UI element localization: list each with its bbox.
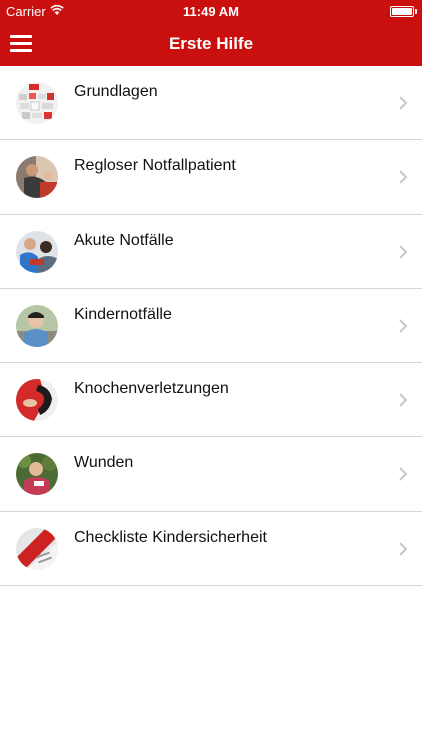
list-item-label: Wunden bbox=[74, 454, 134, 472]
child-safety-checklist-thumbnail bbox=[16, 527, 58, 570]
battery-icon bbox=[390, 6, 414, 17]
chevron-right-icon bbox=[399, 319, 408, 333]
list-item[interactable]: Regloser Notfallpatient bbox=[0, 140, 422, 215]
list-item[interactable]: Grundlagen bbox=[0, 66, 422, 141]
chevron-right-icon bbox=[399, 542, 408, 556]
wounds-thumbnail bbox=[16, 453, 58, 496]
first-aid-kit-thumbnail bbox=[16, 82, 58, 124]
list-item-label: Akute Notfälle bbox=[74, 231, 174, 249]
chevron-right-icon bbox=[399, 244, 408, 259]
list-item-label: Regloser Notfallpatient bbox=[74, 157, 236, 175]
list-item-label: Grundlagen bbox=[74, 83, 158, 100]
status-time: 11:49 AM bbox=[183, 4, 239, 19]
list-item-label: Checkliste Kindersicherheit bbox=[74, 528, 267, 546]
list-item[interactable]: Wunden bbox=[0, 437, 422, 512]
unconscious-patient-thumbnail bbox=[16, 156, 58, 199]
topic-list: Grundlagen Regloser Notfallpatient Akute bbox=[0, 66, 422, 587]
app-header: Carrier 11:49 AM Erste Hilfe bbox=[0, 0, 422, 66]
status-bar: Carrier 11:49 AM bbox=[0, 0, 422, 22]
page-title: Erste Hilfe bbox=[168, 34, 254, 53]
child-emergency-thumbnail bbox=[16, 304, 58, 347]
chevron-right-icon bbox=[399, 467, 408, 482]
list-item-label: Kindernotfälle bbox=[74, 305, 172, 323]
list-item[interactable]: Knochenverletzungen bbox=[0, 363, 422, 438]
chevron-right-icon bbox=[399, 96, 408, 110]
chevron-right-icon bbox=[399, 170, 408, 185]
acute-emergency-thumbnail bbox=[16, 230, 58, 273]
list-item[interactable]: Checkliste Kindersicherheit bbox=[0, 511, 422, 587]
nav-bar: Erste Hilfe bbox=[0, 22, 422, 66]
list-item[interactable]: Kindernotfälle bbox=[0, 288, 422, 364]
bone-injury-thumbnail bbox=[16, 379, 58, 422]
chevron-right-icon bbox=[399, 393, 408, 407]
battery-tip bbox=[415, 9, 417, 14]
list-item-label: Knochenverletzungen bbox=[74, 380, 229, 398]
list-item[interactable]: Akute Notfälle bbox=[0, 214, 422, 289]
